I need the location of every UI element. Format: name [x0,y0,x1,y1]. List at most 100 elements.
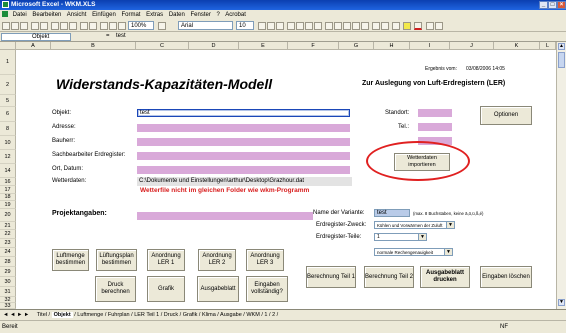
ort-datum-field[interactable] [137,166,350,174]
bold-icon[interactable] [258,22,266,30]
print-icon[interactable] [31,22,39,30]
outdent-icon[interactable] [372,22,380,30]
fill-color-icon[interactable] [403,22,411,30]
row-header-19[interactable]: 19 [0,201,16,209]
align-left-icon[interactable] [287,22,295,30]
menu-acrobat[interactable]: Acrobat [225,12,246,18]
druck-berechnen-button[interactable]: Druck berechnen [95,276,136,302]
open-icon[interactable] [11,22,19,30]
tel-field[interactable] [418,123,452,131]
lueftungsplan-bestimmen-button[interactable]: Lüftungsplan bestimmen [96,249,137,271]
col-header-f[interactable]: F [288,42,339,50]
row-header-22[interactable]: 22 [0,230,16,239]
wetterdaten-importieren-button[interactable]: Wetterdaten importieren [394,153,450,171]
menu-help[interactable]: ? [217,12,220,18]
menu-datei[interactable]: Datei [13,12,27,18]
name-box[interactable]: Objekt [1,33,71,41]
chevron-down-icon[interactable]: ▼ [444,249,452,255]
tab-2[interactable]: 2 [272,312,275,318]
extra-tool-icon[interactable] [426,22,434,30]
menu-bearbeiten[interactable]: Bearbeiten [32,12,61,18]
standort-field[interactable] [418,109,452,117]
row-header-29[interactable]: 29 [0,267,16,277]
zoom-select[interactable]: 100% [128,21,154,30]
copy-icon[interactable] [60,22,68,30]
thousands-icon[interactable] [343,22,351,30]
anordnung-ler2-button[interactable]: Anordnung LER 2 [198,249,236,271]
font-size-select[interactable]: 10 [236,21,254,30]
tab-ler-teil-1[interactable]: LER Teil 1 [134,312,159,318]
percent-icon[interactable] [334,22,342,30]
ausgabeblatt-drucken-button[interactable]: Ausgabeblatt drucken [420,266,470,288]
col-header-c[interactable]: C [136,42,189,50]
row-header-10[interactable]: 10 [0,136,16,150]
row-header-6[interactable]: 6 [0,107,16,122]
menu-fenster[interactable]: Fenster [191,12,211,18]
menu-ansicht[interactable]: Ansicht [67,12,87,18]
eingaben-loeschen-button[interactable]: Eingaben löschen [480,266,532,288]
col-header-i[interactable]: I [410,42,450,50]
font-color-icon[interactable] [414,22,422,30]
row-header-5[interactable]: 5 [0,95,16,107]
col-header-a[interactable]: A [16,42,51,50]
col-header-d[interactable]: D [189,42,239,50]
variante-field[interactable]: test [374,209,410,217]
indent-icon[interactable] [381,22,389,30]
align-right-icon[interactable] [305,22,313,30]
row-header-12[interactable]: 12 [0,150,16,164]
sort-icon[interactable] [109,22,117,30]
zweck-select[interactable]: Kühlen und Vorwärmen der Zuluft ▼ [374,221,455,229]
row-header-20[interactable]: 20 [0,209,16,222]
eingaben-vollstaendig-button[interactable]: Eingaben vollständig? [246,276,288,302]
borders-icon[interactable] [392,22,400,30]
optionen-button[interactable]: Optionen [480,106,532,125]
extra-tool-2-icon[interactable] [435,22,443,30]
tab-wkm[interactable]: WKM [246,312,259,318]
col-header-b[interactable]: B [51,42,136,50]
preview-icon[interactable] [40,22,48,30]
anordnung-ler3-button[interactable]: Anordnung LER 3 [246,249,284,271]
cut-icon[interactable] [51,22,59,30]
row-header-17[interactable]: 17 [0,186,16,194]
undo-icon[interactable] [80,22,88,30]
increase-decimal-icon[interactable] [352,22,360,30]
scroll-thumb[interactable] [558,52,565,68]
chevron-down-icon[interactable]: ▼ [446,222,454,228]
ausgabeblatt-button[interactable]: Ausgabeblatt [197,276,239,302]
objekt-field[interactable]: test [137,109,350,117]
row-header-18[interactable]: 18 [0,194,16,201]
maximize-button[interactable]: □ [548,1,557,9]
menu-format[interactable]: Format [121,12,140,18]
tab-grafik[interactable]: Grafik [183,312,198,318]
tab-scroll-arrows-icon[interactable]: ◄ ◄ ► ► [3,312,29,318]
menu-einfuegen[interactable]: Einfügen [92,12,116,18]
select-all-corner[interactable] [0,42,16,50]
paste-icon[interactable] [69,22,77,30]
italic-icon[interactable] [267,22,275,30]
chart-icon[interactable] [118,22,126,30]
sum-icon[interactable] [100,22,108,30]
tab-druck[interactable]: Druck [164,312,178,318]
underline-icon[interactable] [276,22,284,30]
col-header-j[interactable]: J [450,42,494,50]
help-icon[interactable] [158,22,166,30]
menu-extras[interactable]: Extras [146,12,163,18]
save-icon[interactable] [20,22,28,30]
row-header-30[interactable]: 30 [0,277,16,287]
row-header-21[interactable]: 21 [0,222,16,230]
projekt-field[interactable] [137,212,313,220]
row-header-24[interactable]: 24 [0,248,16,257]
col-header-l[interactable]: L [540,42,556,50]
scroll-down-icon[interactable]: ▼ [558,299,565,306]
font-select[interactable]: Arial [178,21,233,30]
berechnung-teil2-button[interactable]: Berechnung Teil 2 [364,266,414,288]
tab-ausgabe[interactable]: Ausgabe [220,312,242,318]
genauigkeit-select[interactable]: normale Rechengenauigkeit ▼ [374,248,453,256]
merge-icon[interactable] [314,22,322,30]
formula-input[interactable]: test [116,33,126,39]
sachbearbeiter-field[interactable] [137,152,350,160]
luftmenge-bestimmen-button[interactable]: Luftmenge bestimmen [52,249,89,271]
adresse-field[interactable] [137,124,350,132]
scroll-up-icon[interactable]: ▲ [558,43,565,50]
close-button[interactable]: × [557,1,566,9]
